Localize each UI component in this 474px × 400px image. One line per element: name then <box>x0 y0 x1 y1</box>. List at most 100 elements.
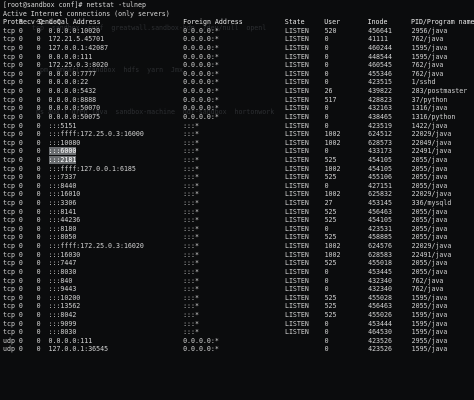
cell-sendq: 0 <box>36 207 41 216</box>
cell-proto: tcp <box>3 121 15 130</box>
cell-state: LISTEN <box>284 310 309 319</box>
cell-local-address: :::8440 <box>48 181 77 190</box>
cell-local-address: 0.0.0.0:7777 <box>48 69 97 78</box>
cell-proto: tcp <box>3 181 15 190</box>
table-row: tcp 0 0 0.0.0.0:5432 0.0.0.0:* LISTEN 26 439822… <box>3 87 471 96</box>
cell-inode: 454105 <box>368 216 392 225</box>
cell-recvq: 0 <box>18 259 23 268</box>
cell-recvq: 0 <box>18 293 23 302</box>
cell-local-address: 127.0.0.1:36545 <box>48 345 109 354</box>
table-row: tcp 0 0:::9443:::* LISTEN 0 432340 762/java <box>3 285 471 294</box>
cell-local-address: :::840 <box>48 276 73 285</box>
cell-recvq: 0 <box>18 52 23 61</box>
cell-user: 0 <box>324 112 329 121</box>
cell-foreign-address: :::* <box>183 138 199 147</box>
cell-local-address: :::ffff:172.25.0.3:16000 <box>48 130 144 139</box>
cell-proto: tcp <box>3 138 15 147</box>
cell-user: 0 <box>324 267 329 276</box>
cell-state: LISTEN <box>284 181 309 190</box>
cell-inode: 455026 <box>368 310 392 319</box>
cell-user: 520 <box>324 26 337 35</box>
cell-inode: 624512 <box>368 130 392 139</box>
cell-foreign-address: 0.0.0.0:* <box>183 104 219 113</box>
cell-recvq: 0 <box>18 199 23 208</box>
cell-sendq: 0 <box>36 285 41 294</box>
cell-proto: tcp <box>3 233 15 242</box>
cell-pid-program: 2055/java <box>411 216 448 225</box>
cell-sendq: 0 <box>36 69 41 78</box>
cell-proto: tcp <box>3 328 15 337</box>
cell-sendq: 0 <box>36 293 41 302</box>
cell-pid-program: 22029/java <box>411 242 452 251</box>
cell-user: 525 <box>324 259 337 268</box>
cell-pid-program: 2956/java <box>411 26 448 35</box>
cell-pid-program: 2955/java <box>411 336 448 345</box>
cell-proto: tcp <box>3 319 15 328</box>
cell-pid-program: 762/java <box>411 276 444 285</box>
cell-proto: tcp <box>3 276 15 285</box>
cell-inode: 460244 <box>368 44 392 53</box>
table-row: tcp 0 0:::ffff:127.0.0.1:6185:::* LISTEN 100… <box>3 165 471 174</box>
table-row: tcp 0 0:::8042:::* LISTEN 525 455026 1595/java <box>3 311 471 320</box>
cell-inode: 428823 <box>368 95 392 104</box>
cell-state: LISTEN <box>284 207 309 216</box>
cell-foreign-address: :::* <box>183 233 199 242</box>
table-row: tcp 0 0:::8030:::* LISTEN 0 453445 2055/java <box>3 268 471 277</box>
header-local-address: Local Address <box>49 18 101 27</box>
cell-inode: 454105 <box>368 164 392 173</box>
table-row: tcp 0 0 172.21.5.45701 0.0.0.0:* LISTEN 0 41111… <box>3 35 471 44</box>
cell-pid-program: 1595/java <box>411 310 448 319</box>
cell-proto: tcp <box>3 147 15 156</box>
terminal-window[interactable]: [root@sandbox conf]# netstat -tulnep Act… <box>0 0 474 400</box>
cell-foreign-address: 0.0.0.0:* <box>183 69 219 78</box>
cell-sendq: 0 <box>36 259 41 268</box>
cell-pid-program: 2055/java <box>411 155 448 164</box>
cell-local-address: 172.25.0.3:8020 <box>48 61 109 70</box>
cell-state: LISTEN <box>284 233 309 242</box>
cell-pid-program: 1595/java <box>411 319 448 328</box>
cell-user: 525 <box>324 302 337 311</box>
cell-pid-program: 22491/java <box>411 250 452 259</box>
header-sendq: Send-Q <box>37 18 61 27</box>
cell-recvq: 0 <box>18 78 23 87</box>
cell-sendq: 0 <box>36 216 41 225</box>
cell-pid-program: 2055/java <box>411 164 448 173</box>
cell-sendq: 0 <box>36 190 41 199</box>
cell-user: 525 <box>324 293 337 302</box>
cell-inode: 456463 <box>368 207 392 216</box>
table-row: tcp 0 0:::840:::* LISTEN 0 432340 762/java <box>3 277 471 286</box>
cell-recvq: 0 <box>18 164 23 173</box>
cell-state: LISTEN <box>284 242 309 251</box>
cell-recvq: 0 <box>18 112 23 121</box>
cell-recvq: 0 <box>18 130 23 139</box>
netstat-info-line: Active Internet connections (only server… <box>3 9 170 18</box>
cell-sendq: 0 <box>36 319 41 328</box>
cell-inode: 432340 <box>368 276 392 285</box>
table-row: tcp 0 0:::8050:::* LISTEN 525 458885 2055/java <box>3 233 471 242</box>
cell-foreign-address: 0.0.0.0:* <box>183 61 219 70</box>
cell-state: LISTEN <box>284 26 309 35</box>
cell-local-address: :::7337 <box>48 173 77 182</box>
cell-inode: 458885 <box>368 233 392 242</box>
cell-state: LISTEN <box>284 319 309 328</box>
cell-state: LISTEN <box>284 69 309 78</box>
cell-local-address: :::8141 <box>48 207 77 216</box>
table-row: tcp 0 0 0.0.0.0:8888 0.0.0.0:* LISTEN 517 42882… <box>3 96 471 105</box>
cell-inode: 456641 <box>368 26 392 35</box>
cell-user: 0 <box>324 181 329 190</box>
cell-recvq: 0 <box>18 138 23 147</box>
header-proto: Proto <box>3 18 23 27</box>
cell-local-address: :::8030 <box>48 328 77 337</box>
cell-recvq: 0 <box>18 173 23 182</box>
cell-inode: 464530 <box>368 328 392 337</box>
cell-sendq: 0 <box>36 147 41 156</box>
cell-local-address: :::ffff:172.25.0.3:16020 <box>48 242 144 251</box>
cell-inode: 455028 <box>368 293 392 302</box>
table-row: tcp 0 0:::ffff:172.25.0.3:16020:::* LISTEN 1… <box>3 242 471 251</box>
cell-pid-program: 2055/java <box>411 302 448 311</box>
cell-state: LISTEN <box>284 138 309 147</box>
cell-proto: udp <box>3 336 15 345</box>
cell-user: 0 <box>324 61 329 70</box>
cell-recvq: 0 <box>18 319 23 328</box>
cell-user: 0 <box>324 69 329 78</box>
